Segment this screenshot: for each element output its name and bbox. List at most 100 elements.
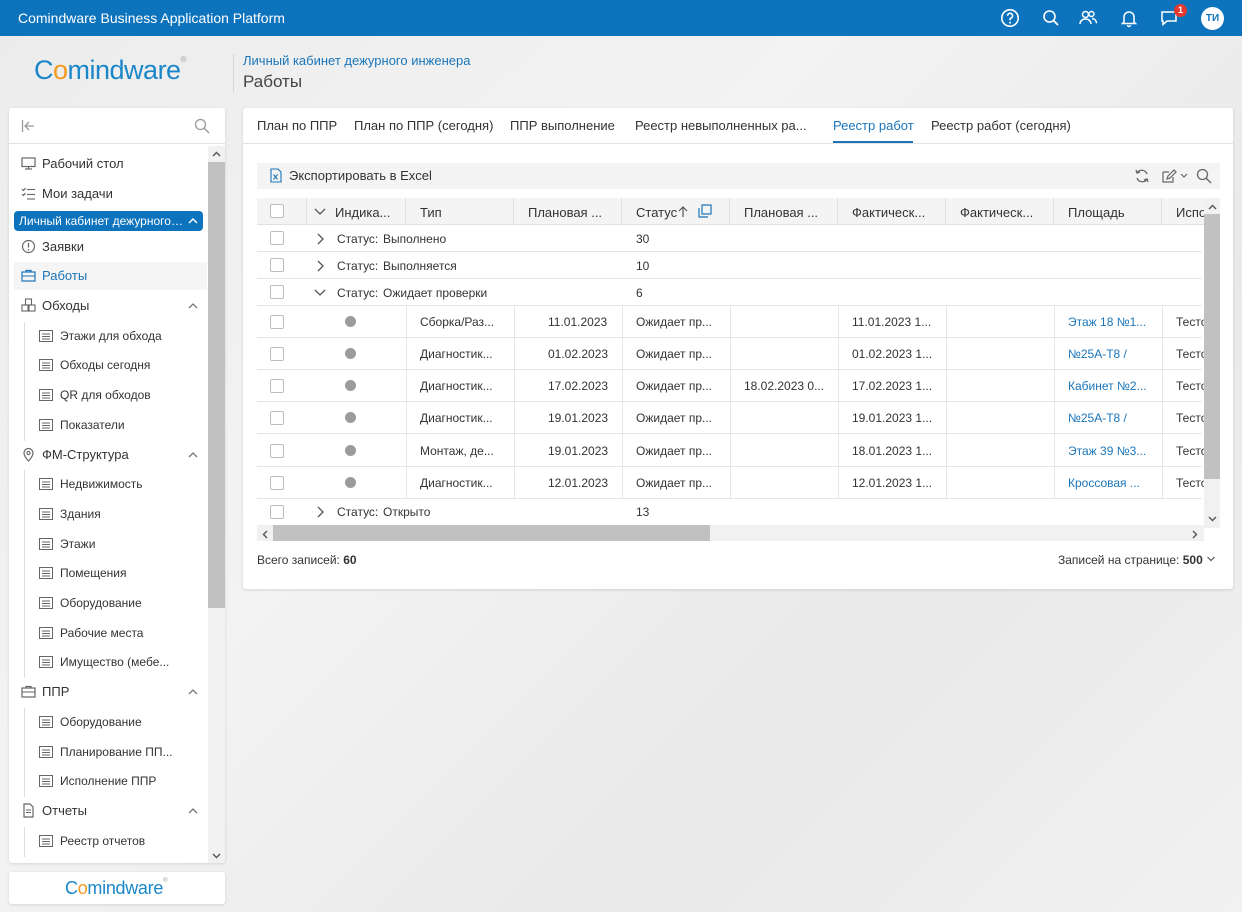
area-link[interactable]: Этаж 39 №3... [1068, 444, 1146, 458]
sidebar-subitem[interactable]: Рабочие места [14, 619, 207, 649]
tab-works-registry-today[interactable]: Реестр работ (сегодня) [931, 118, 1071, 133]
column-type[interactable]: Тип [406, 198, 514, 225]
chevron-right-icon[interactable] [313, 505, 327, 522]
chevron-down-icon[interactable] [313, 205, 327, 222]
sidebar-subitem[interactable]: Показатели [14, 411, 207, 441]
area-link[interactable]: №25А-Т8 / [1068, 347, 1127, 361]
scroll-right-icon[interactable] [1189, 528, 1200, 543]
scroll-down-icon[interactable] [1207, 512, 1218, 527]
tab-ppr-execution[interactable]: ППР выполнение [510, 118, 615, 133]
refresh-icon[interactable] [1134, 168, 1150, 184]
group-by-icon[interactable] [698, 204, 712, 221]
sort-ascending-icon[interactable] [677, 205, 689, 222]
sidebar-group-fm-structure[interactable]: ФМ-Структура [14, 441, 207, 469]
export-excel-button[interactable]: Экспортировать в Excel [289, 168, 432, 183]
scroll-down-icon[interactable] [211, 849, 222, 860]
sidebar-subitem[interactable]: Помещения [14, 559, 207, 589]
table-row[interactable]: Диагностик... 12.01.2023 Ожидает пр... 1… [257, 467, 1207, 499]
sidebar-subitem[interactable]: Недвижимость [14, 470, 207, 500]
sidebar-group-ppr[interactable]: ППР [14, 678, 207, 706]
column-planned-date-2[interactable]: Плановая ... [730, 198, 838, 225]
sidebar-subitem[interactable]: QR для обходов [14, 381, 207, 411]
table-row[interactable]: Диагностик... 01.02.2023 Ожидает пр... 0… [257, 338, 1207, 370]
sidebar-section-selector[interactable]: Личный кабинет дежурного инженера [14, 211, 203, 231]
sidebar-scrollbar[interactable] [208, 146, 225, 863]
sidebar-subitem[interactable]: Имущество (мебе... [14, 648, 207, 678]
column-planned-date[interactable]: Плановая ... [514, 198, 622, 225]
scroll-left-icon[interactable] [260, 528, 271, 543]
group-row-in-progress[interactable]: Статус: Выполняется 10 [257, 252, 1202, 279]
sidebar-subitem[interactable]: Оборудование [14, 708, 207, 738]
row-checkbox[interactable] [270, 379, 284, 393]
sidebar-search-icon[interactable] [194, 118, 210, 134]
grid-horizontal-scrollbar[interactable] [257, 525, 1204, 541]
column-status[interactable]: Статус [622, 198, 730, 225]
chevron-down-icon[interactable] [1206, 553, 1216, 567]
area-link[interactable]: №25А-Т8 / [1068, 411, 1127, 425]
column-actual-date-2[interactable]: Фактическ... [946, 198, 1054, 225]
table-row[interactable]: Монтаж, де... 19.01.2023 Ожидает пр... 1… [257, 434, 1207, 467]
row-checkbox[interactable] [270, 231, 284, 245]
excel-icon[interactable] [270, 168, 282, 183]
grid-search-icon[interactable] [1196, 168, 1212, 184]
edit-dropdown-icon[interactable] [1161, 168, 1191, 184]
select-all-checkbox[interactable] [270, 204, 284, 218]
collapse-sidebar-icon[interactable] [21, 119, 35, 133]
sidebar-subitem[interactable]: Реестр отчетов [14, 827, 207, 857]
column-executor[interactable]: Испо [1162, 198, 1207, 225]
row-checkbox[interactable] [270, 444, 284, 458]
column-indicator[interactable]: Индика... [307, 198, 406, 225]
group-row-open[interactable]: Статус: Открыто 13 [257, 499, 1202, 525]
tab-unfinished-registry[interactable]: Реестр невыполненных ра... [635, 118, 807, 133]
bell-icon[interactable] [1119, 8, 1139, 28]
search-icon[interactable] [1041, 8, 1061, 28]
sidebar-item-requests[interactable]: Заявки [14, 233, 207, 261]
row-checkbox[interactable] [270, 285, 284, 299]
table-row[interactable]: Диагностик... 17.02.2023 Ожидает пр... 1… [257, 370, 1207, 402]
group-row-awaiting-check[interactable]: Статус: Ожидает проверки 6 [257, 279, 1202, 306]
chevron-down-icon[interactable] [313, 286, 327, 303]
sidebar-subitem[interactable]: Исполнение ППР [14, 767, 207, 797]
sidebar-subitem[interactable]: Оборудование [14, 589, 207, 619]
sidebar-subitem[interactable]: Этажи [14, 530, 207, 560]
tab-ppr-plan[interactable]: План по ППР [257, 118, 337, 133]
sidebar-item-desktop[interactable]: Рабочий стол [14, 150, 207, 178]
row-checkbox[interactable] [270, 347, 284, 361]
tab-works-registry[interactable]: Реестр работ [833, 118, 914, 133]
chevron-right-icon[interactable] [313, 232, 327, 249]
group-row-done[interactable]: Статус: Выполнено 30 [257, 225, 1202, 252]
sidebar-item-works[interactable]: Работы [14, 262, 207, 290]
grid-vertical-scrollbar[interactable] [1204, 198, 1220, 528]
users-icon[interactable] [1078, 8, 1098, 28]
chevron-right-icon[interactable] [313, 259, 327, 276]
sidebar-scroll-thumb[interactable] [208, 162, 225, 608]
grid-hscroll-thumb[interactable] [273, 525, 710, 541]
breadcrumb[interactable]: Личный кабинет дежурного инженера [243, 53, 470, 68]
row-checkbox[interactable] [270, 258, 284, 272]
table-row[interactable]: Сборка/Раз... 11.01.2023 Ожидает пр... 1… [257, 306, 1207, 338]
help-icon[interactable] [1000, 8, 1020, 28]
sidebar-subitem[interactable]: Этажи для обхода [14, 322, 207, 352]
row-checkbox[interactable] [270, 505, 284, 519]
table-row[interactable]: Диагностик... 19.01.2023 Ожидает пр... 1… [257, 402, 1207, 434]
grid-vscroll-thumb[interactable] [1204, 214, 1220, 479]
area-link[interactable]: Этаж 18 №1... [1068, 315, 1146, 329]
sidebar-item-tasks[interactable]: Мои задачи [14, 180, 207, 208]
row-checkbox[interactable] [270, 315, 284, 329]
page-size-selector[interactable]: Записей на странице: 500 [1058, 553, 1216, 567]
comindware-logo[interactable]: Comindware® [34, 55, 187, 86]
column-actual-date[interactable]: Фактическ... [838, 198, 946, 225]
scroll-up-icon[interactable] [211, 148, 222, 159]
sidebar-group-rounds[interactable]: Обходы [14, 292, 207, 320]
avatar[interactable]: ТИ [1201, 7, 1224, 30]
row-checkbox[interactable] [270, 476, 284, 490]
tab-ppr-plan-today[interactable]: План по ППР (сегодня) [354, 118, 493, 133]
sidebar-subitem[interactable]: Здания [14, 500, 207, 530]
area-link[interactable]: Кроссовая ... [1068, 476, 1140, 490]
sidebar-subitem[interactable]: Обходы сегодня [14, 351, 207, 381]
column-area[interactable]: Площадь [1054, 198, 1162, 225]
sidebar-subitem[interactable]: Планирование ПП... [14, 738, 207, 768]
area-link[interactable]: Кабинет №2... [1068, 379, 1147, 393]
row-checkbox[interactable] [270, 411, 284, 425]
sidebar-group-reports[interactable]: Отчеты [14, 797, 207, 825]
